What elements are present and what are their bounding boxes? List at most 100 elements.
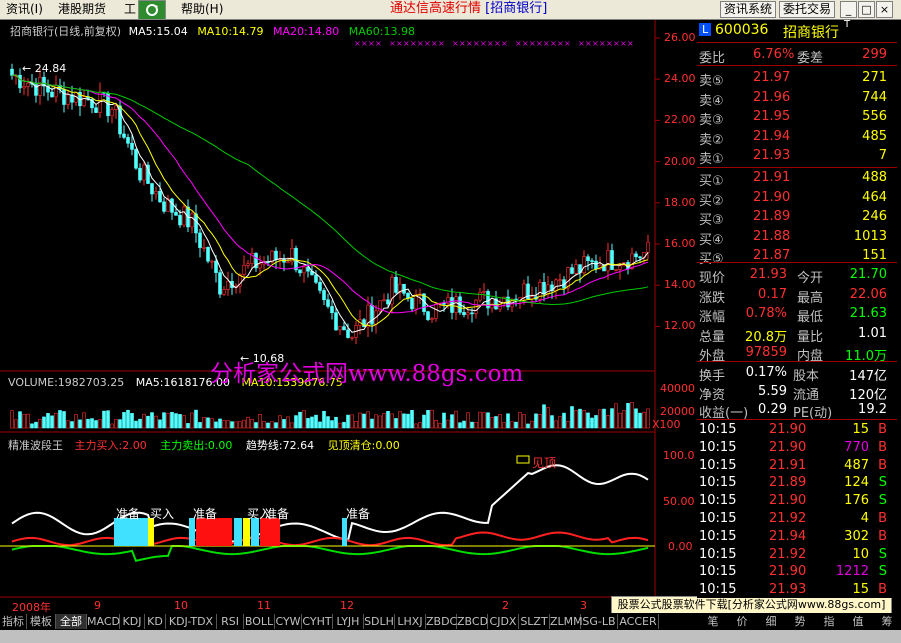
price-tick: 22.00	[664, 113, 696, 127]
volume-bar	[82, 412, 86, 429]
tick-row[interactable]: 10:15 21.90 176 S	[697, 492, 897, 510]
candle-body	[338, 326, 342, 331]
tick-row[interactable]: 10:15 21.93 15 B	[697, 581, 897, 599]
indicator-tab[interactable]: 全部	[56, 614, 87, 629]
indicator-tab[interactable]: RSI	[217, 614, 244, 629]
order-volume: 151	[862, 248, 887, 263]
order-row[interactable]: 卖⑤ 21.97 271	[697, 68, 897, 89]
volume-bar	[342, 421, 346, 429]
volume-bar	[190, 412, 194, 429]
volume-bar	[574, 410, 578, 429]
trade-button[interactable]: 委托交易	[779, 1, 836, 18]
indicator-tab[interactable]: CYHT	[302, 614, 333, 629]
volume-bar	[422, 414, 426, 429]
menu-hk-futures[interactable]: 港股期货	[58, 1, 106, 17]
indicator-tab[interactable]: ZBCD	[457, 614, 488, 629]
indicator-tab[interactable]: ZBDC	[426, 614, 457, 629]
chart-area[interactable]: × × × × × × × × × × × × × × × × × × × × × × × × × × × × × × × × × × × × 招商银…	[0, 20, 696, 598]
candle-body	[246, 263, 250, 266]
weicha-label: 委差	[797, 51, 824, 66]
order-row[interactable]: 买③ 21.89 246	[697, 207, 897, 228]
app-title-stock: [招商银行]	[485, 1, 548, 16]
minimize-icon[interactable]: _	[840, 1, 857, 18]
candle-body	[50, 91, 54, 98]
volume-bar	[566, 420, 570, 429]
indicator-tab[interactable]: 指标	[0, 614, 27, 629]
order-row[interactable]: 买② 21.90 464	[697, 188, 897, 209]
menu-info[interactable]: 资讯(I)	[6, 1, 43, 17]
tick-row[interactable]: 10:15 21.90 15 B	[697, 421, 897, 439]
volume-bar	[238, 421, 242, 429]
stock-header: L 600036 招商银行 T	[697, 19, 897, 41]
order-row[interactable]: 买④ 21.88 1013	[697, 227, 897, 248]
panel-tab[interactable]: 价	[729, 614, 755, 629]
tick-row[interactable]: 10:15 21.91 487 B	[697, 457, 897, 475]
signal-marker: ×	[599, 39, 606, 48]
indicator-tab[interactable]: CJDX	[488, 614, 519, 629]
fund-row: 收益(一) 0.29 PE(动) 19.2	[697, 400, 897, 421]
signal-block	[342, 518, 347, 546]
candle-body	[138, 167, 142, 181]
panel-tab[interactable]: 指	[816, 614, 842, 629]
indicator-tab[interactable]: CYW	[275, 614, 302, 629]
indicator-tab[interactable]: 模板	[27, 614, 56, 629]
candle-body	[274, 250, 278, 260]
volume-bar	[638, 412, 642, 429]
panel-tab[interactable]: 值	[845, 614, 871, 629]
volume-bar	[522, 414, 526, 429]
volume-bar	[34, 421, 38, 429]
tick-row[interactable]: 10:15 21.89 124 S	[697, 474, 897, 492]
menu-tools[interactable]: 工	[124, 1, 136, 17]
indicator-tab[interactable]: BOLL	[244, 614, 275, 629]
candle-body	[178, 215, 182, 226]
order-label: 卖③	[699, 113, 724, 128]
signal-marker: ×	[480, 39, 487, 48]
indicator-tab[interactable]: KDJ	[120, 614, 145, 629]
volume-unit: X100	[652, 418, 681, 431]
indicator-tab[interactable]: SDLH	[364, 614, 395, 629]
price-tick: 24.00	[664, 72, 696, 86]
indicator-tab[interactable]: LHXJ	[395, 614, 426, 629]
volume-bar	[206, 417, 210, 429]
tick-row[interactable]: 10:15 21.90 1212 S	[697, 563, 897, 581]
tick-row[interactable]: 10:15 21.90 770 B	[697, 439, 897, 457]
level-badge: L	[699, 23, 712, 36]
tick-row[interactable]: 10:15 21.92 10 S	[697, 546, 897, 564]
indicator-tab[interactable]: LYJH	[333, 614, 364, 629]
tick-row[interactable]: 10:15 21.92 4 B	[697, 510, 897, 528]
order-row[interactable]: 买⑤ 21.87 151	[697, 246, 897, 267]
volume-bar	[214, 421, 218, 429]
indicator-tab[interactable]: ACCER	[618, 614, 659, 629]
order-row[interactable]: 卖④ 21.96 744	[697, 88, 897, 109]
volume-bar	[478, 411, 482, 429]
indicator-tab[interactable]: SG-LB	[581, 614, 618, 629]
info-system-button[interactable]: 资讯系统	[720, 1, 777, 18]
order-row[interactable]: 卖② 21.94 485	[697, 127, 897, 148]
fund-row: 换手 0.17% 股本 147亿	[697, 363, 897, 384]
panel-tab[interactable]: 筹	[874, 614, 900, 629]
order-row[interactable]: 卖③ 21.95 556	[697, 107, 897, 128]
indicator-tab[interactable]: SLZT	[519, 614, 550, 629]
indicator-tab[interactable]: KD	[145, 614, 166, 629]
tick-volume: 124	[844, 475, 869, 491]
stat-row: 涨幅 0.78% 最低 21.63	[697, 304, 897, 325]
indicator-tab[interactable]: MACD	[87, 614, 120, 629]
volume-bar	[370, 418, 374, 429]
candle-body	[462, 312, 466, 316]
indicator-tab[interactable]: ZLMM	[550, 614, 583, 629]
indicator-tab[interactable]: KDJ-TDX	[166, 614, 217, 629]
volume-bar	[514, 421, 518, 429]
menu-help[interactable]: 帮助(H)	[181, 1, 223, 17]
volume-bar	[406, 413, 410, 429]
refresh-icon[interactable]	[138, 0, 166, 20]
panel-tab[interactable]: 笔	[700, 614, 726, 629]
volume-bar	[202, 417, 206, 429]
maximize-icon[interactable]: □	[858, 1, 875, 18]
candle-body	[430, 318, 434, 320]
panel-tab[interactable]: 势	[787, 614, 813, 629]
panel-tab[interactable]: 细	[758, 614, 784, 629]
tick-row[interactable]: 10:15 21.94 302 B	[697, 528, 897, 546]
close-icon[interactable]: ×	[876, 1, 893, 18]
order-row[interactable]: 买① 21.91 488	[697, 168, 897, 189]
order-row[interactable]: 卖① 21.93 7	[697, 146, 897, 167]
